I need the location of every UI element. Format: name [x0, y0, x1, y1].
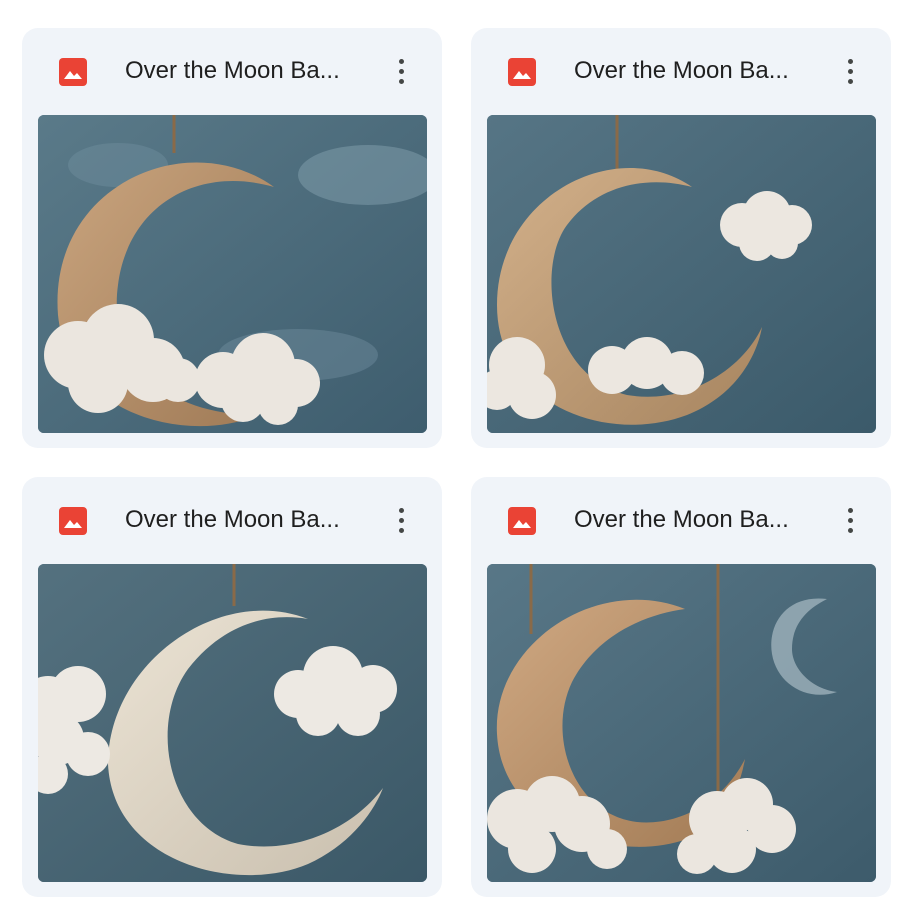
file-name: Over the Moon Ba...: [574, 506, 789, 533]
file-card[interactable]: Over the Moon Ba...: [22, 28, 442, 448]
file-card-header: Over the Moon Ba...: [471, 28, 891, 114]
file-thumbnail[interactable]: [38, 564, 427, 882]
more-options-button[interactable]: [388, 57, 416, 87]
file-thumbnail[interactable]: [487, 115, 876, 433]
file-thumbnail[interactable]: [38, 115, 427, 433]
file-card-header: Over the Moon Ba...: [22, 477, 442, 563]
file-card[interactable]: Over the Moon Ba...: [471, 28, 891, 448]
file-card-header: Over the Moon Ba...: [22, 28, 442, 114]
file-name: Over the Moon Ba...: [574, 57, 789, 84]
image-icon: [508, 507, 536, 535]
file-card[interactable]: Over the Moon Ba...: [22, 477, 442, 897]
file-name: Over the Moon Ba...: [125, 57, 340, 84]
file-card-header: Over the Moon Ba...: [471, 477, 891, 563]
more-vert-icon: [399, 508, 404, 513]
more-vert-icon: [399, 59, 404, 64]
more-options-button[interactable]: [837, 506, 865, 536]
file-card[interactable]: Over the Moon Ba...: [471, 477, 891, 897]
image-icon: [59, 507, 87, 535]
more-options-button[interactable]: [837, 57, 865, 87]
more-options-button[interactable]: [388, 506, 416, 536]
more-vert-icon: [848, 508, 853, 513]
image-icon: [59, 58, 87, 86]
file-thumbnail[interactable]: [487, 564, 876, 882]
file-grid: Over the Moon Ba... Over the Moon Ba... …: [0, 0, 904, 902]
image-icon: [508, 58, 536, 86]
file-name: Over the Moon Ba...: [125, 506, 340, 533]
more-vert-icon: [848, 59, 853, 64]
